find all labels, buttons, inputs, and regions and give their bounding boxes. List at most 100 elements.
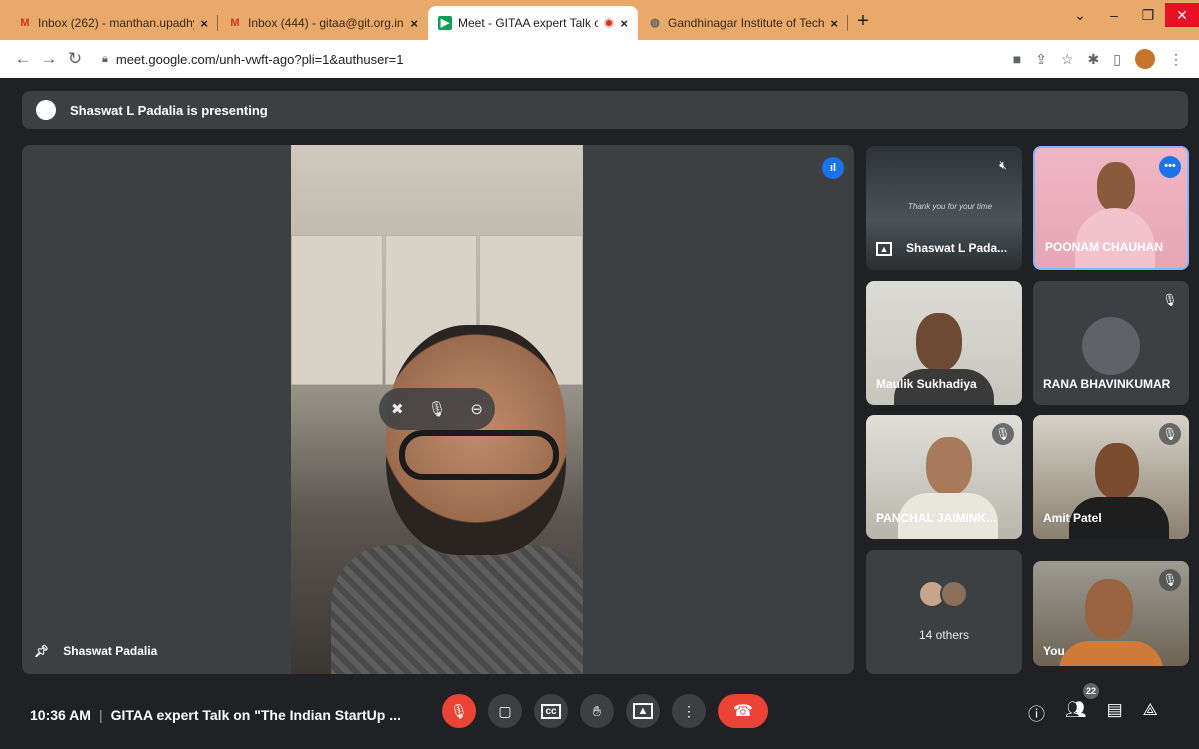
- recording-icon: [604, 18, 615, 28]
- tile-maulik[interactable]: Maulik Sukhadiya: [866, 281, 1022, 405]
- lock-icon[interactable]: 🔒︎: [102, 53, 108, 66]
- tile-others[interactable]: 14 others: [866, 550, 1022, 674]
- muted-icon: 🎙︎: [1159, 289, 1181, 311]
- leave-call-button[interactable]: ☎︎: [718, 694, 768, 728]
- remove-icon[interactable]: ⊖: [470, 400, 483, 418]
- tab-title: Inbox (262) - manthan.upadhyay: [38, 16, 195, 30]
- tile-rana[interactable]: 🎙︎ RANA BHAVINKUMAR: [1033, 281, 1189, 405]
- participant-name: PANCHAL JAIMINK...: [876, 511, 997, 525]
- back-icon[interactable]: ←: [10, 49, 36, 69]
- captions-icon: cc: [541, 703, 561, 719]
- browser-tab-strip: M Inbox (262) - manthan.upadhyay × M Inb…: [0, 0, 1199, 40]
- camera-icon[interactable]: ■: [1013, 51, 1021, 67]
- hand-icon: ✋︎: [593, 702, 601, 719]
- raise-hand-button[interactable]: ✋︎: [580, 694, 614, 728]
- extensions-icon[interactable]: ✱: [1088, 51, 1100, 68]
- new-tab-button[interactable]: +: [848, 6, 878, 36]
- activities-icon[interactable]: ⟁: [1143, 700, 1158, 725]
- tile-you[interactable]: 🎙︎ You: [1033, 561, 1189, 666]
- muted-icon: 🎙︎: [1159, 423, 1181, 445]
- forward-icon[interactable]: →: [36, 49, 62, 69]
- participant-name: Maulik Sukhadiya: [876, 377, 977, 391]
- captions-button[interactable]: cc: [534, 694, 568, 728]
- menu-kebab-icon[interactable]: ⋮: [1169, 51, 1183, 68]
- tab-title: Inbox (444) - gitaa@git.org.in - G: [248, 16, 404, 30]
- participant-name: You: [1043, 644, 1065, 658]
- participant-name: Shaswat Padalia: [63, 644, 158, 658]
- hang-up-icon: ☎︎: [733, 703, 753, 720]
- tile-amit[interactable]: 🎙︎ Amit Patel: [1033, 415, 1189, 539]
- avatar: [940, 580, 968, 608]
- share-icon[interactable]: ⇪: [1035, 51, 1047, 68]
- meeting-control-bar: 10:36 AM | GITAA expert Talk on "The India…: [0, 690, 1199, 740]
- restore-icon[interactable]: ❐: [1131, 7, 1165, 24]
- close-tab-icon[interactable]: ×: [200, 16, 208, 31]
- more-options-icon[interactable]: •••: [1159, 156, 1181, 178]
- slide-caption: Thank you for your time: [908, 202, 993, 211]
- tab-title: Gandhinagar Institute of Technolo: [668, 16, 825, 30]
- camera-button[interactable]: ▢: [488, 694, 522, 728]
- tab-git[interactable]: ◍ Gandhinagar Institute of Technolo ×: [638, 6, 848, 40]
- more-options-button[interactable]: ⋮: [672, 694, 706, 728]
- main-stage[interactable]: ✖ 🎙︎ ⊖ ıl 📌︎ Shaswat Padalia: [22, 145, 854, 674]
- tile-panchal[interactable]: 🎙︎ PANCHAL JAIMINK...: [866, 415, 1022, 539]
- url-text: meet.google.com/unh-vwft-ago?pli=1&authu…: [115, 51, 404, 67]
- profile-avatar[interactable]: [1135, 49, 1155, 69]
- chat-icon[interactable]: ▤: [1107, 700, 1123, 725]
- others-count: 14 others: [918, 628, 970, 642]
- call-controls: 🎙︎ ▢ cc ✋︎ ▲ ⋮ ☎︎: [442, 694, 768, 728]
- participant-name: Amit Patel: [1043, 511, 1102, 525]
- tab-search-icon[interactable]: ⌄: [1063, 7, 1097, 24]
- unpin-icon[interactable]: ✖: [391, 400, 404, 418]
- avatar: [1082, 317, 1140, 375]
- tab-meet[interactable]: ▶ Meet - GITAA expert Talk on ×: [428, 6, 638, 40]
- side-controls: ⓘ 👥︎ ▤ ⟁: [1028, 700, 1158, 725]
- toolbar-icons: ■ ⇪ ☆ ✱ ▯ ⋮: [1013, 49, 1189, 69]
- meeting-time: 10:36 AM: [30, 707, 91, 723]
- stage-participant-name: 📌︎ Shaswat Padalia: [34, 644, 157, 658]
- present-screen-icon: ▲: [876, 242, 892, 256]
- people-icon[interactable]: 👥︎: [1065, 700, 1087, 725]
- more-vert-icon: ⋮: [682, 702, 696, 719]
- muted-icon: 🎙︎: [1159, 569, 1181, 591]
- meet-icon: ▶: [438, 16, 452, 30]
- gmail-icon: M: [20, 17, 30, 29]
- tab-title: Meet - GITAA expert Talk on: [458, 16, 599, 30]
- speaking-indicator-icon: ıl: [822, 157, 844, 179]
- meeting-details-icon[interactable]: ⓘ: [1028, 700, 1045, 725]
- meeting-title: GITAA expert Talk on "The Indian StartUp…: [110, 707, 401, 723]
- presenter-avatar: [36, 100, 56, 120]
- close-tab-icon[interactable]: ×: [620, 16, 628, 31]
- tile-poonam[interactable]: ••• POONAM CHAUHAN: [1033, 146, 1189, 270]
- close-tab-icon[interactable]: ×: [410, 16, 418, 31]
- mic-off-button[interactable]: 🎙︎: [442, 694, 476, 728]
- tab-gmail-1[interactable]: M Inbox (262) - manthan.upadhyay ×: [8, 6, 218, 40]
- close-window-icon[interactable]: ✕: [1165, 3, 1199, 27]
- presenting-banner: Shaswat L Padalia is presenting: [22, 91, 1188, 129]
- close-tab-icon[interactable]: ×: [830, 16, 838, 31]
- muted-icon: 🎙︎: [992, 423, 1014, 445]
- mic-icon[interactable]: 🎙︎: [427, 400, 446, 418]
- tile-hover-controls: ✖ 🎙︎ ⊖: [379, 388, 495, 430]
- participant-name: POONAM CHAUHAN: [1045, 240, 1163, 254]
- reload-icon[interactable]: ↻: [62, 49, 88, 69]
- participant-name: RANA BHAVINKUMAR: [1043, 377, 1171, 391]
- pin-icon[interactable]: 📌︎: [34, 644, 49, 658]
- url-field[interactable]: 🔒︎ meet.google.com/unh-vwft-ago?pli=1&au…: [88, 45, 1013, 73]
- mic-off-icon: 🎙︎: [450, 702, 468, 719]
- tab-gmail-2[interactable]: M Inbox (444) - gitaa@git.org.in - G ×: [218, 6, 428, 40]
- address-bar: ← → ↻ 🔒︎ meet.google.com/unh-vwft-ago?pl…: [0, 40, 1199, 78]
- meeting-info: 10:36 AM | GITAA expert Talk on "The India…: [30, 707, 401, 723]
- bookmark-star-icon[interactable]: ☆: [1061, 51, 1074, 68]
- gmail-icon: M: [230, 17, 240, 29]
- participant-name: Shaswat L Pada...: [906, 241, 1008, 255]
- window-controls: ⌄ – ❐ ✕: [1063, 0, 1199, 30]
- tile-presentation[interactable]: Thank you for your time 🔇︎ ▲ Shaswat L Pa…: [866, 146, 1022, 270]
- present-screen-icon: ▲: [632, 703, 654, 719]
- minimize-icon[interactable]: –: [1097, 7, 1131, 23]
- side-panel-icon[interactable]: ▯: [1113, 51, 1121, 68]
- present-now-button[interactable]: ▲: [626, 694, 660, 728]
- globe-icon: ◍: [650, 17, 660, 29]
- presenting-text: Shaswat L Padalia is presenting: [70, 102, 268, 118]
- muted-icon: 🔇︎: [999, 158, 1007, 172]
